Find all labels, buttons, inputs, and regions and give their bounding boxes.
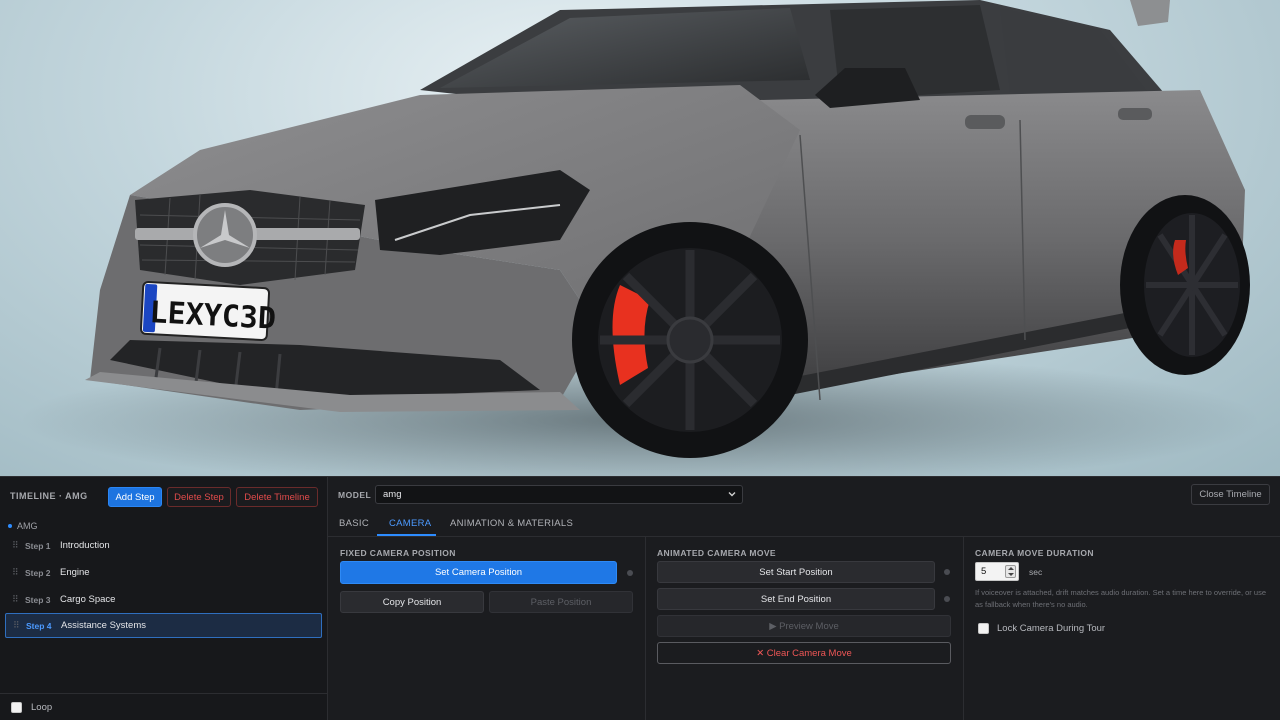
clear-camera-move-button[interactable]: ✕ Clear Camera Move bbox=[657, 642, 951, 664]
delete-step-button[interactable]: Delete Step bbox=[167, 487, 231, 507]
active-tab-indicator bbox=[377, 534, 436, 536]
loop-checkbox[interactable] bbox=[11, 702, 22, 713]
step-label: Assistance Systems bbox=[61, 620, 146, 631]
tab-camera[interactable]: CAMERA bbox=[389, 518, 431, 529]
chevron-down-icon bbox=[728, 492, 736, 497]
loop-label: Loop bbox=[31, 702, 53, 713]
preview-move-button[interactable]: ▶ Preview Move bbox=[657, 615, 951, 637]
copy-position-button[interactable]: Copy Position bbox=[340, 591, 484, 613]
step-item[interactable]: ⠿ Step 3 Cargo Space bbox=[5, 587, 322, 612]
drag-handle-icon[interactable]: ⠿ bbox=[12, 540, 20, 551]
step-item[interactable]: ⠿ Step 1 Introduction bbox=[5, 533, 322, 558]
step-label: Engine bbox=[60, 567, 90, 578]
column-divider bbox=[963, 537, 964, 720]
lock-camera-checkbox[interactable] bbox=[978, 623, 989, 634]
step-number: Step 4 bbox=[26, 620, 52, 631]
add-step-button[interactable]: Add Step bbox=[108, 487, 162, 507]
close-timeline-button[interactable]: Close Timeline bbox=[1191, 484, 1270, 505]
duration-hint: If voiceover is attached, drift matches … bbox=[975, 588, 1266, 609]
tab-animation-materials[interactable]: ANIMATION & MATERIALS bbox=[450, 518, 573, 529]
set-end-position-button[interactable]: Set End Position bbox=[657, 588, 935, 610]
status-dot-icon bbox=[944, 569, 950, 575]
lock-camera-row: Lock Camera During Tour bbox=[978, 623, 1105, 634]
front-wheel bbox=[572, 222, 808, 458]
tab-bar: BASIC CAMERA ANIMATION & MATERIALS bbox=[328, 511, 1280, 537]
step-number: Step 3 bbox=[25, 594, 51, 605]
animated-camera-title: ANIMATED CAMERA MOVE bbox=[657, 548, 776, 558]
car-render: LEXYC3D bbox=[20, 0, 1260, 476]
3d-viewport[interactable]: LEXYC3D bbox=[0, 0, 1280, 476]
loop-row: Loop bbox=[0, 693, 328, 720]
drag-handle-icon[interactable]: ⠿ bbox=[12, 567, 20, 578]
set-camera-position-button[interactable]: Set Camera Position bbox=[340, 561, 617, 584]
step-label: Introduction bbox=[60, 540, 110, 551]
tab-basic[interactable]: BASIC bbox=[339, 518, 369, 529]
status-dot-icon bbox=[944, 596, 950, 602]
duration-input[interactable]: 5 bbox=[975, 562, 1019, 581]
timeline-title: TIMELINE · AMG bbox=[10, 491, 88, 501]
step-label: Cargo Space bbox=[60, 594, 116, 605]
duration-unit: sec bbox=[1029, 567, 1043, 577]
step-item[interactable]: ⠿ Step 2 Engine bbox=[5, 560, 322, 585]
duration-title: CAMERA MOVE DURATION bbox=[975, 548, 1094, 558]
column-divider bbox=[645, 537, 646, 720]
set-start-position-button[interactable]: Set Start Position bbox=[657, 561, 935, 583]
paste-position-button[interactable]: Paste Position bbox=[489, 591, 633, 613]
timeline-sidebar: TIMELINE · AMG Add Step Delete Step Dele… bbox=[0, 477, 328, 720]
drag-handle-icon[interactable]: ⠿ bbox=[13, 620, 21, 631]
fixed-camera-title: FIXED CAMERA POSITION bbox=[340, 548, 456, 558]
delete-timeline-button[interactable]: Delete Timeline bbox=[236, 487, 318, 507]
lock-camera-label: Lock Camera During Tour bbox=[997, 623, 1106, 634]
model-select[interactable]: amg bbox=[375, 485, 743, 504]
model-value: amg bbox=[383, 489, 402, 500]
model-label: MODEL bbox=[338, 490, 372, 500]
rear-wheel bbox=[1120, 195, 1250, 375]
editor-panel: TIMELINE · AMG Add Step Delete Step Dele… bbox=[0, 476, 1280, 720]
license-plate: LEXYC3D bbox=[139, 280, 277, 342]
drag-handle-icon[interactable]: ⠿ bbox=[12, 594, 20, 605]
duration-value: 5 bbox=[981, 566, 987, 577]
step-number: Step 2 bbox=[25, 567, 51, 578]
stepper-icon[interactable] bbox=[1005, 565, 1016, 578]
dot-icon bbox=[8, 524, 12, 528]
status-dot-icon bbox=[627, 570, 633, 576]
step-number: Step 1 bbox=[25, 540, 51, 551]
svg-text:LEXYC3D: LEXYC3D bbox=[149, 295, 277, 337]
timeline-root-label: AMG bbox=[17, 521, 38, 531]
step-item-active[interactable]: ⠿ Step 4 Assistance Systems bbox=[5, 613, 322, 638]
timeline-root[interactable]: AMG bbox=[8, 521, 38, 531]
step-editor: MODEL amg Close Timeline BASIC CAMERA AN… bbox=[328, 477, 1280, 720]
